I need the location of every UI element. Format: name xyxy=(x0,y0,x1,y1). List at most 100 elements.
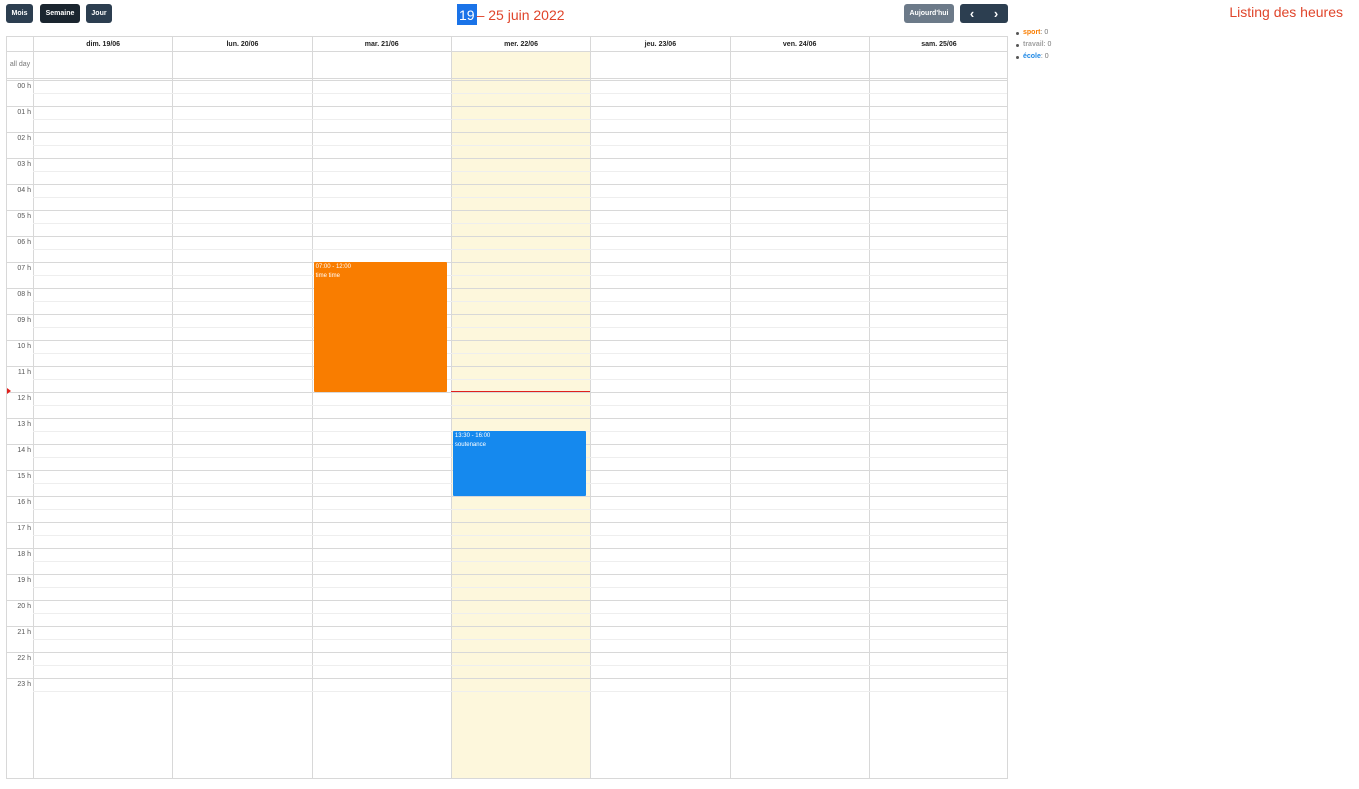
hour-line xyxy=(7,418,1007,419)
hour-label: 03 h xyxy=(17,161,31,168)
today-button[interactable]: Aujourd'hui xyxy=(904,4,954,23)
hour-label: 21 h xyxy=(17,629,31,636)
day-column-divider xyxy=(729,51,731,778)
bullet-icon xyxy=(1016,55,1019,59)
hour-label: 23 h xyxy=(17,681,31,688)
week-calendar: dim. 19/06 lun. 20/06 mar. 21/06 mer. 22/06… xyxy=(6,36,1008,779)
half-hour-line xyxy=(33,171,1007,172)
hour-label: 19 h xyxy=(17,577,31,584)
calendar-event[interactable]: 13:30 - 16:00 soutenance xyxy=(452,431,587,496)
day-column-header[interactable]: dim. 19/06 xyxy=(33,37,172,51)
hour-label: 20 h xyxy=(17,603,31,610)
legend-category-name: école xyxy=(1023,53,1041,60)
hour-label: 02 h xyxy=(17,135,31,142)
half-hour-line xyxy=(33,509,1007,510)
hour-label: 11 h xyxy=(17,369,31,376)
legend-item: école : 0 xyxy=(1016,51,1051,63)
day-column-divider xyxy=(311,51,313,778)
chevron-right-icon: › xyxy=(993,6,999,21)
day-column-header[interactable]: mar. 21/06 xyxy=(311,37,451,51)
hour-line xyxy=(7,366,1007,367)
day-column-header[interactable]: jeu. 23/06 xyxy=(590,37,729,51)
bullet-icon xyxy=(1016,31,1019,35)
category-legend: sport : 0 travail : 0 école : 0 xyxy=(1016,27,1051,63)
legend-item: travail : 0 xyxy=(1016,39,1051,51)
half-hour-line xyxy=(33,639,1007,640)
event-time: 13:30 - 16:00 xyxy=(454,433,491,439)
next-button[interactable]: › xyxy=(984,4,1008,23)
half-hour-line xyxy=(33,93,1007,94)
hour-line xyxy=(7,106,1007,107)
hour-label: 12 h xyxy=(17,395,31,402)
legend-item: sport : 0 xyxy=(1016,27,1051,39)
chevron-left-icon: ‹ xyxy=(969,6,975,21)
day-column-divider xyxy=(172,51,174,778)
hour-label: 04 h xyxy=(17,187,31,194)
hour-line xyxy=(7,392,1007,393)
half-hour-line xyxy=(33,249,1007,250)
hour-line xyxy=(7,314,1007,315)
hour-line xyxy=(7,236,1007,237)
day-column-header[interactable]: ven. 24/06 xyxy=(729,37,869,51)
day-column-header[interactable]: lun. 20/06 xyxy=(172,37,311,51)
date-range-title: 19 – 25 juin 2022 xyxy=(457,4,565,25)
half-hour-line xyxy=(33,587,1007,588)
event-title: time time xyxy=(315,273,340,279)
hour-label: 06 h xyxy=(17,239,31,246)
half-hour-line xyxy=(33,379,1007,380)
half-hour-line xyxy=(33,353,1007,354)
day-column-header[interactable]: mer. 22/06 xyxy=(450,37,590,51)
hour-line xyxy=(7,158,1007,159)
hour-label: 09 h xyxy=(17,317,31,324)
legend-category-name: sport xyxy=(1023,29,1041,36)
day-column-divider xyxy=(868,51,870,778)
half-hour-line xyxy=(33,275,1007,276)
hour-label: 05 h xyxy=(17,213,31,220)
half-hour-line xyxy=(33,561,1007,562)
hour-line xyxy=(7,548,1007,549)
hour-label: 22 h xyxy=(17,655,31,662)
half-hour-line xyxy=(33,327,1007,328)
hour-label: 08 h xyxy=(17,291,31,298)
half-hour-line xyxy=(33,691,1007,692)
day-column-header[interactable]: sam. 25/06 xyxy=(868,37,1007,51)
legend-category-name: travail xyxy=(1023,41,1044,48)
current-time-arrow-icon xyxy=(7,387,11,394)
bullet-icon xyxy=(1016,43,1019,47)
legend-category-count: : 0 xyxy=(1040,53,1049,60)
hour-line xyxy=(7,600,1007,601)
prev-button[interactable]: ‹ xyxy=(960,4,984,23)
hour-line xyxy=(7,210,1007,211)
hour-line xyxy=(7,184,1007,185)
hour-line xyxy=(7,626,1007,627)
hour-label: 10 h xyxy=(17,343,31,350)
legend-category-count: : 0 xyxy=(1043,41,1052,48)
hour-label: 00 h xyxy=(17,83,31,90)
day-view-button[interactable]: Jour xyxy=(86,4,112,23)
time-axis-divider xyxy=(33,51,34,778)
hour-label: 07 h xyxy=(17,265,31,272)
hour-label: 18 h xyxy=(17,551,31,558)
hour-label: 17 h xyxy=(17,525,31,532)
calendar-event[interactable]: 07:00 - 12:00 time time xyxy=(313,262,447,392)
hour-line xyxy=(7,340,1007,341)
hour-label: 13 h xyxy=(17,421,31,428)
event-time: 07:00 - 12:00 xyxy=(315,264,351,270)
hour-label: 01 h xyxy=(17,109,31,116)
half-hour-line xyxy=(33,145,1007,146)
hour-label: 15 h xyxy=(17,473,31,480)
all-day-label: all day xyxy=(9,61,31,68)
date-range-title-text: – 25 juin 2022 xyxy=(476,6,565,23)
half-hour-line xyxy=(33,405,1007,406)
hour-line xyxy=(7,262,1007,263)
hour-line xyxy=(7,132,1007,133)
hour-line xyxy=(7,288,1007,289)
current-time-line xyxy=(450,390,591,392)
week-view-button[interactable]: Semaine xyxy=(40,4,80,23)
half-hour-line xyxy=(33,613,1007,614)
date-range-title-highlight: 19 xyxy=(457,4,477,25)
header-divider xyxy=(7,51,1007,52)
month-view-button[interactable]: Mois xyxy=(6,4,33,23)
half-hour-line xyxy=(33,223,1007,224)
hour-line xyxy=(7,522,1007,523)
